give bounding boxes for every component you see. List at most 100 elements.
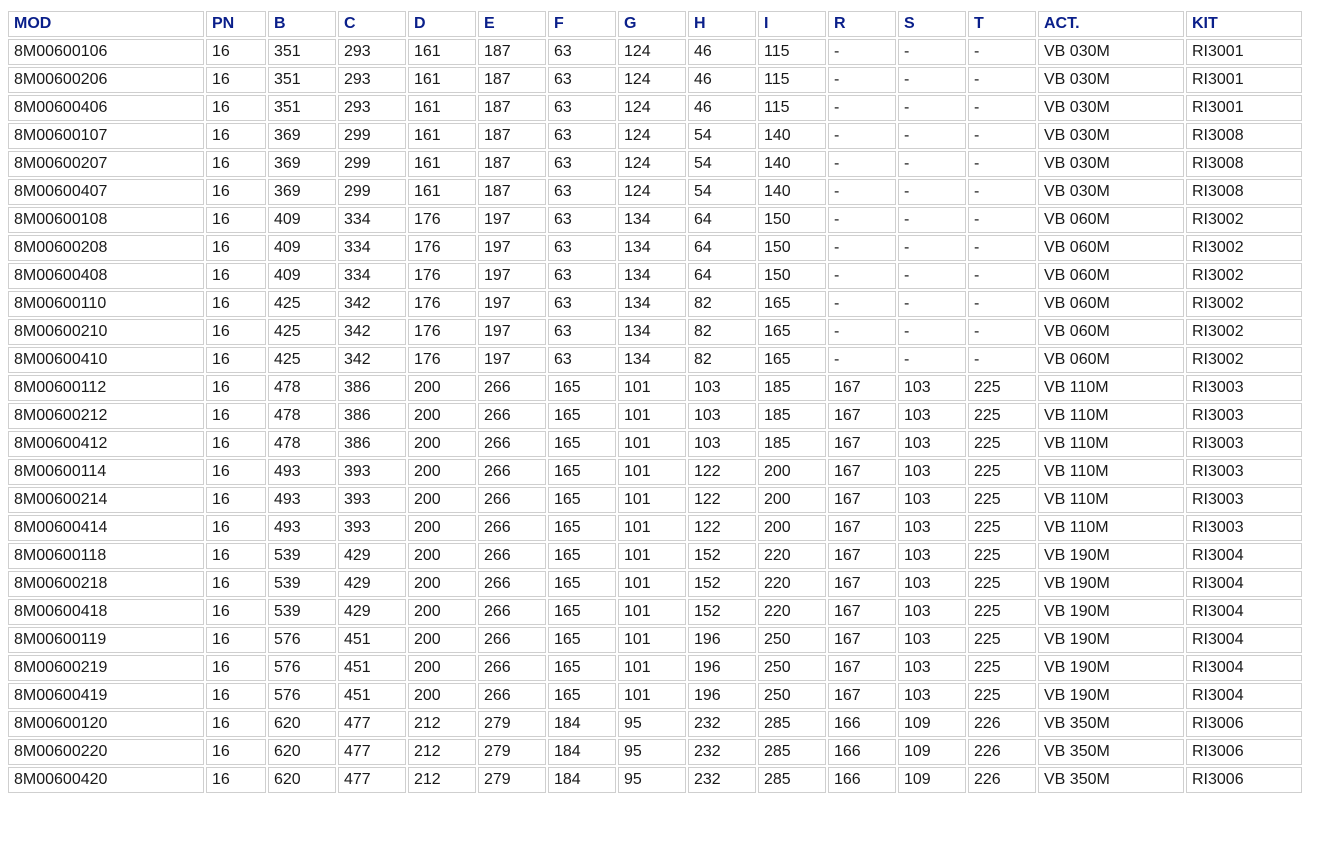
table-cell: 124 — [618, 67, 686, 93]
table-cell: 95 — [618, 711, 686, 737]
table-cell: 95 — [618, 739, 686, 765]
table-row: 8M00600112 16 478 386 200 266 165 101 103 185 167 1… — [8, 375, 1302, 401]
table-cell: 266 — [478, 515, 546, 541]
table-cell: 122 — [688, 487, 756, 513]
table-cell: 226 — [968, 739, 1036, 765]
table-cell: 64 — [688, 207, 756, 233]
table-cell: RI3003 — [1186, 459, 1302, 485]
table-cell: 103 — [898, 599, 966, 625]
table-cell: 279 — [478, 739, 546, 765]
table-cell: 493 — [268, 459, 336, 485]
table-cell: 103 — [688, 375, 756, 401]
table-cell: 16 — [206, 711, 266, 737]
table-cell: 167 — [828, 459, 896, 485]
table-cell: RI3006 — [1186, 739, 1302, 765]
table-cell: 8M00600408 — [8, 263, 204, 289]
column-header-b: B — [268, 11, 336, 37]
table-cell: RI3002 — [1186, 347, 1302, 373]
table-cell: 8M00600420 — [8, 767, 204, 793]
table-cell: 576 — [268, 627, 336, 653]
table-cell: VB 060M — [1038, 347, 1184, 373]
table-cell: 200 — [408, 683, 476, 709]
table-cell: 620 — [268, 711, 336, 737]
table-cell: 167 — [828, 487, 896, 513]
table-cell: 16 — [206, 319, 266, 345]
table-cell: 184 — [548, 767, 616, 793]
table-cell: 299 — [338, 151, 406, 177]
table-cell: 101 — [618, 599, 686, 625]
table-cell: 16 — [206, 263, 266, 289]
table-row: 8M00600407 16 369 299 161 187 63 124 54 140- - - VB … — [8, 179, 1302, 205]
table-cell: 225 — [968, 459, 1036, 485]
table-cell: 200 — [408, 627, 476, 653]
table-cell: 167 — [828, 403, 896, 429]
table-cell: - — [898, 95, 966, 121]
table-cell: 185 — [758, 375, 826, 401]
table-cell: 232 — [688, 711, 756, 737]
table-cell: 197 — [478, 263, 546, 289]
table-cell: 101 — [618, 515, 686, 541]
table-cell: 200 — [408, 599, 476, 625]
table-row: 8M00600106 16 351 293 161 187 63 124 46 115- - - VB … — [8, 39, 1302, 65]
table-cell: 63 — [548, 67, 616, 93]
table-cell: 63 — [548, 151, 616, 177]
table-cell: 124 — [618, 39, 686, 65]
table-cell: 200 — [408, 431, 476, 457]
table-cell: 64 — [688, 263, 756, 289]
table-cell: 369 — [268, 151, 336, 177]
table-cell: 334 — [338, 235, 406, 261]
table-cell: 266 — [478, 571, 546, 597]
table-cell: 82 — [688, 291, 756, 317]
table-cell: RI3004 — [1186, 627, 1302, 653]
table-cell: 103 — [898, 683, 966, 709]
table-cell: - — [898, 123, 966, 149]
table-cell: 134 — [618, 319, 686, 345]
table-cell: 109 — [898, 711, 966, 737]
table-cell: 8M00600210 — [8, 319, 204, 345]
table-cell: 54 — [688, 123, 756, 149]
table-cell: RI3004 — [1186, 543, 1302, 569]
table-cell: 200 — [408, 459, 476, 485]
table-cell: VB 190M — [1038, 599, 1184, 625]
table-cell: 225 — [968, 487, 1036, 513]
table-cell: 101 — [618, 655, 686, 681]
table-cell: 477 — [338, 767, 406, 793]
table-cell: 250 — [758, 683, 826, 709]
table-cell: 200 — [758, 515, 826, 541]
table-cell: 369 — [268, 179, 336, 205]
table-cell: 165 — [548, 515, 616, 541]
table-cell: - — [968, 291, 1036, 317]
table-cell: - — [898, 67, 966, 93]
table-cell: 167 — [828, 627, 896, 653]
table-cell: 493 — [268, 487, 336, 513]
table-cell: 166 — [828, 767, 896, 793]
table-cell: 63 — [548, 319, 616, 345]
table-row: 8M00600410 16 425 342 176 197 63 134 82 165- - - VB … — [8, 347, 1302, 373]
table-cell: 477 — [338, 711, 406, 737]
table-row: 8M00600414 16 493 393 200 266 165 101 122 200 167 1… — [8, 515, 1302, 541]
table-cell: 16 — [206, 39, 266, 65]
table-cell: 576 — [268, 655, 336, 681]
spec-table: MOD PN B C D E F G H I R S T ACT. KIT 8M00600106 16 351 2… — [6, 9, 1304, 795]
table-cell: RI3003 — [1186, 403, 1302, 429]
table-cell: 539 — [268, 571, 336, 597]
table-cell: 429 — [338, 599, 406, 625]
table-cell: 176 — [408, 235, 476, 261]
table-cell: 167 — [828, 655, 896, 681]
table-cell: 54 — [688, 151, 756, 177]
table-cell: 101 — [618, 683, 686, 709]
table-cell: 124 — [618, 179, 686, 205]
table-cell: 266 — [478, 431, 546, 457]
table-cell: 451 — [338, 655, 406, 681]
table-cell: 134 — [618, 263, 686, 289]
table-cell: RI3003 — [1186, 487, 1302, 513]
table-cell: 16 — [206, 291, 266, 317]
table-cell: 63 — [548, 95, 616, 121]
table-cell: 46 — [688, 67, 756, 93]
table-cell: 200 — [758, 459, 826, 485]
header-row: MOD PN B C D E F G H I R S T ACT. KIT — [8, 11, 1302, 37]
table-cell: 152 — [688, 543, 756, 569]
table-cell: 196 — [688, 655, 756, 681]
table-cell: 429 — [338, 571, 406, 597]
table-cell: 200 — [408, 403, 476, 429]
